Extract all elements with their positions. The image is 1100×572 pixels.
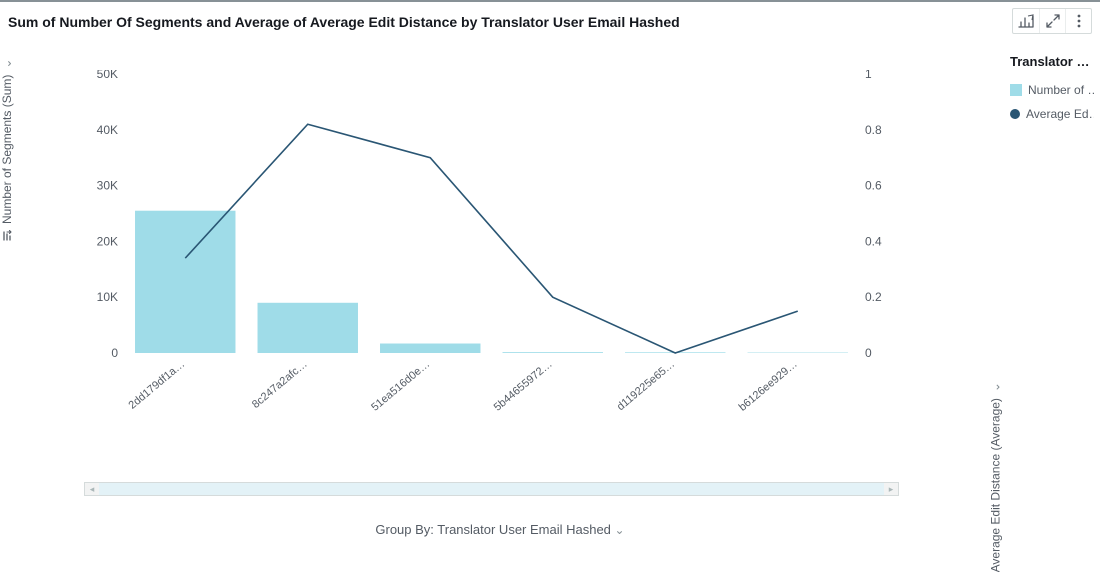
x-tick-label: 8c247a2afc… — [250, 358, 310, 411]
legend-panel: Translator … Number of … Average Ed… — [1004, 54, 1100, 131]
x-tick-label: b6126ee929… — [737, 358, 800, 413]
bar[interactable] — [503, 352, 603, 353]
chevron-down-icon: ⌄ — [0, 59, 14, 69]
scroll-left-icon[interactable]: ◂ — [85, 483, 99, 495]
y-left-tick: 40K — [97, 123, 118, 137]
plot-inner: 0 10K 20K 30K 40K 50K 0 0.2 0.4 0.6 0.8 1 2dd179df1a… — [97, 70, 882, 413]
y-right-tick: 0.4 — [865, 234, 882, 248]
legend-title: Translator … — [1010, 54, 1094, 69]
x-tick-label: 5b44655972… — [492, 358, 555, 413]
dot-swatch-icon — [1010, 109, 1020, 119]
kebab-menu-icon[interactable] — [1065, 9, 1091, 33]
scroll-right-icon[interactable]: ▸ — [884, 483, 898, 495]
y-left-tick: 10K — [97, 290, 118, 304]
y-right-tick: 0.2 — [865, 290, 882, 304]
legend-item-bars[interactable]: Number of … — [1010, 83, 1094, 97]
x-tick-label: d119225e65… — [615, 358, 677, 413]
sort-icon — [1, 230, 13, 242]
chevron-down-icon: ⌄ — [988, 382, 1002, 392]
y-right-tick: 0.6 — [865, 179, 882, 193]
legend-label: Number of … — [1028, 83, 1094, 97]
y-right-tick: 0.8 — [865, 123, 882, 137]
y-left-tick: 20K — [97, 234, 118, 248]
y-left-tick: 0 — [111, 346, 118, 360]
x-tick-label: 51ea516d0e… — [369, 358, 432, 413]
expand-icon[interactable] — [1039, 9, 1065, 33]
y-right-axis-label[interactable]: Average Edit Distance (Average) ⌄ — [988, 382, 1002, 572]
bar[interactable] — [380, 344, 480, 353]
y-right-tick: 1 — [865, 70, 872, 81]
axis-label-text: Number of Segments (Sum) — [0, 75, 14, 224]
x-scrollbar[interactable]: ◂ ▸ — [84, 482, 899, 496]
chevron-down-icon: ⌄ — [615, 523, 625, 537]
y-left-tick: 30K — [97, 179, 118, 193]
legend-label: Average Ed… — [1026, 107, 1094, 121]
chart-insight-icon[interactable] — [1013, 9, 1039, 33]
axis-label-text: Group By: Translator User Email Hashed — [375, 522, 611, 537]
chart-title: Sum of Number Of Segments and Average of… — [8, 14, 680, 30]
x-axis-caption[interactable]: Group By: Translator User Email Hashed ⌄ — [0, 522, 1000, 537]
y-right-tick: 0 — [865, 346, 872, 360]
axis-label-text: Average Edit Distance (Average) — [988, 398, 1002, 572]
y-left-tick: 50K — [97, 70, 118, 81]
legend-item-line[interactable]: Average Ed… — [1010, 107, 1094, 121]
square-swatch-icon — [1010, 84, 1022, 96]
chart-toolbar — [1012, 8, 1092, 34]
chart-plot: 0 10K 20K 30K 40K 50K 0 0.2 0.4 0.6 0.8 1 2dd179df1a… — [84, 70, 899, 413]
x-tick-label: 2dd179df1a… — [127, 358, 188, 412]
bar[interactable] — [135, 211, 235, 353]
y-left-axis-label[interactable]: Number of Segments (Sum) ⌄ — [0, 59, 14, 242]
bar[interactable] — [258, 303, 358, 353]
